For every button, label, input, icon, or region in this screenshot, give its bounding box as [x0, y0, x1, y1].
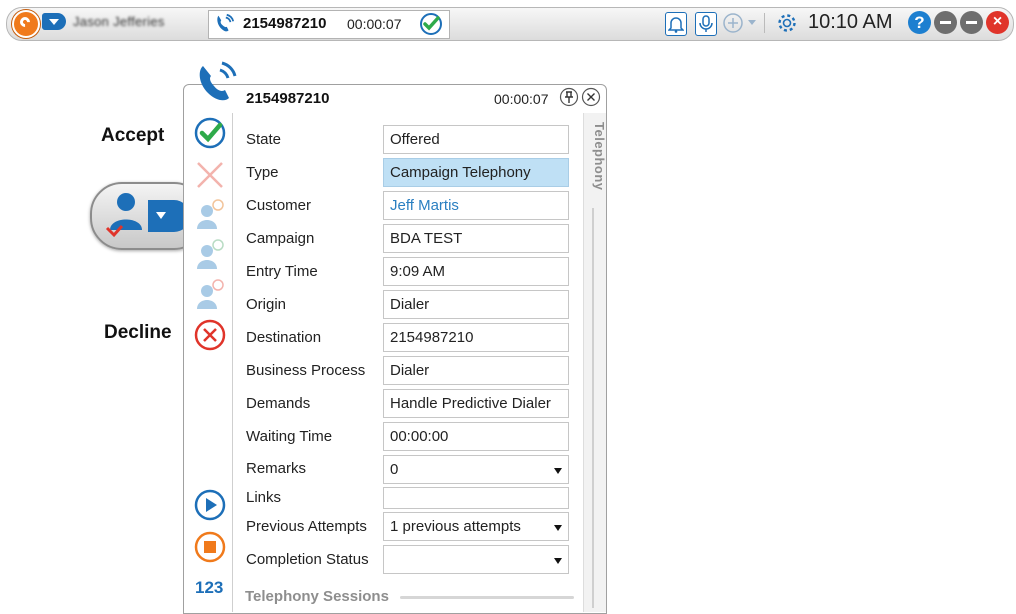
field-label-destination: Destination: [246, 329, 322, 346]
minimize-icon[interactable]: [934, 11, 957, 34]
field-previous-attempts-select[interactable]: 1 previous attempts: [383, 512, 569, 541]
gear-icon[interactable]: [776, 12, 798, 34]
notifications-button[interactable]: [665, 12, 687, 36]
top-toolbar: Jason Jefferies 2154987210 00:00:07 10:1…: [0, 0, 1016, 45]
microphone-icon: [699, 15, 713, 32]
field-type[interactable]: Campaign Telephony: [383, 158, 569, 187]
side-tab-divider: [592, 208, 594, 608]
field-entry-time[interactable]: 9:09 AM: [383, 257, 569, 286]
conference-icon: [197, 279, 224, 309]
keypad-button[interactable]: 123: [195, 578, 223, 598]
field-origin[interactable]: Dialer: [383, 290, 569, 319]
field-label-state: State: [246, 131, 282, 148]
consult-icon: [197, 199, 224, 229]
maximize-icon[interactable]: [960, 11, 983, 34]
field-label-entry-time: Entry Time: [246, 263, 318, 280]
active-call-timer: 00:00:07: [347, 16, 402, 32]
clock: 10:10 AM: [808, 11, 893, 33]
close-icon[interactable]: ×: [986, 11, 1009, 34]
check-circle-icon[interactable]: [419, 12, 443, 36]
reject-icon: [197, 162, 223, 188]
accept-button[interactable]: [193, 116, 227, 150]
active-call-number: 2154987210: [243, 15, 327, 32]
transfer-icon: [197, 239, 224, 269]
field-demands[interactable]: Handle Predictive Dialer: [383, 389, 569, 418]
toolbar-divider: [764, 13, 765, 33]
field-label-type: Type: [246, 164, 279, 181]
field-remarks-select[interactable]: 0: [383, 455, 569, 484]
active-call-box[interactable]: 2154987210 00:00:07: [208, 10, 450, 39]
field-label-remarks: Remarks: [246, 460, 307, 477]
x-icon[interactable]: [581, 87, 601, 107]
microphone-button[interactable]: [695, 12, 717, 36]
bell-icon: [668, 17, 684, 33]
pin-icon[interactable]: [559, 87, 579, 107]
plus-circle-icon[interactable]: [722, 12, 744, 34]
field-destination[interactable]: 2154987210: [383, 323, 569, 352]
field-campaign[interactable]: BDA TEST: [383, 224, 569, 253]
field-label-completion-status: Completion Status: [246, 551, 369, 568]
phone-ringing-icon: [217, 13, 235, 32]
stop-icon[interactable]: [193, 530, 227, 564]
accept-label: Accept: [101, 125, 165, 146]
user-name: Jason Jefferies: [73, 14, 165, 29]
phone-ringing-icon: [199, 61, 237, 101]
section-divider: [400, 596, 574, 599]
play-icon[interactable]: [193, 488, 227, 522]
field-label-customer: Customer: [246, 197, 312, 214]
field-label-links: Links: [246, 489, 282, 506]
section-title-telephony-sessions[interactable]: Telephony Sessions: [245, 588, 389, 605]
chevron-down-icon[interactable]: [748, 20, 756, 25]
call-timer: 00:00:07: [494, 91, 549, 107]
help-icon[interactable]: ?: [908, 11, 931, 34]
field-label-campaign: Campaign: [246, 230, 315, 247]
field-links[interactable]: [383, 487, 569, 509]
field-state[interactable]: Offered: [383, 125, 569, 154]
logo-icon[interactable]: [12, 10, 40, 38]
field-customer[interactable]: Jeff Martis: [383, 191, 569, 220]
field-business-process[interactable]: Dialer: [383, 356, 569, 385]
field-label-previous-attempts: Previous Attempts: [246, 518, 367, 535]
status-icon[interactable]: [42, 13, 66, 30]
call-number: 2154987210: [246, 90, 330, 107]
telephony-tab-label: Telephony: [592, 122, 607, 191]
field-label-demands: Demands: [246, 395, 311, 412]
field-waiting-time[interactable]: 00:00:00: [383, 422, 569, 451]
field-label-business-process: Business Process: [246, 362, 366, 379]
field-label-origin: Origin: [246, 296, 287, 313]
decline-label: Decline: [104, 322, 172, 343]
decline-icon[interactable]: [193, 318, 227, 352]
field-completion-status-select[interactable]: [383, 545, 569, 574]
field-label-waiting-time: Waiting Time: [246, 428, 333, 445]
